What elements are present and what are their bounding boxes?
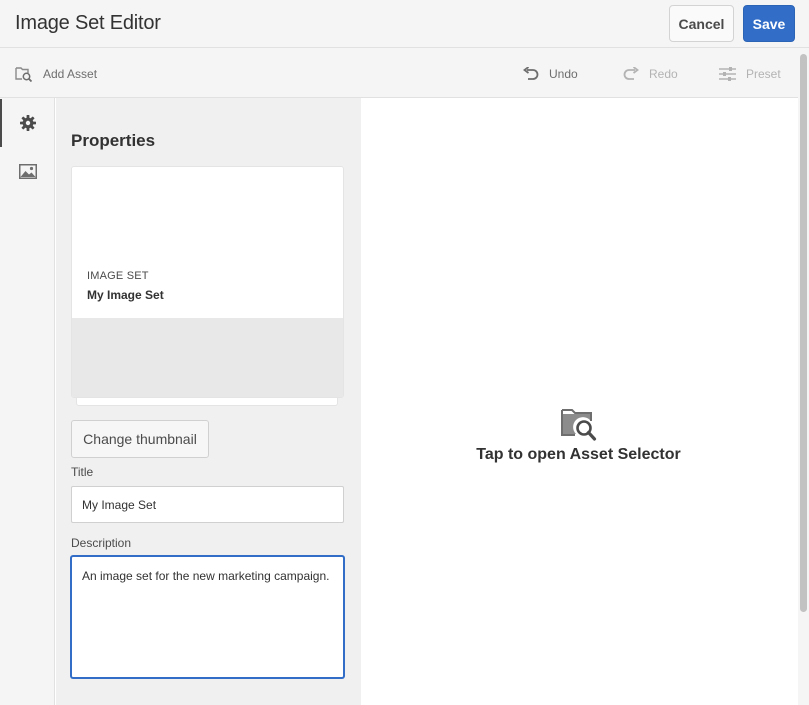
rail-assets-tab[interactable] [0,147,55,195]
properties-panel: Properties IMAGE SET My Image Set Change… [56,98,361,705]
side-rail [0,98,55,705]
scrollbar-track[interactable] [798,48,809,705]
undo-label: Undo [549,67,578,81]
card-type-label: IMAGE SET [87,270,149,282]
folder-search-icon [15,67,33,82]
image-icon [18,163,37,179]
rail-properties-tab[interactable] [0,99,55,147]
app-header: Image Set Editor Cancel Save [0,0,809,48]
undo-button[interactable]: Undo [523,65,578,83]
card-thumbnail [72,318,343,397]
gear-icon [19,115,36,131]
add-asset-label: Add Asset [43,67,98,81]
folder-search-icon[interactable] [561,408,597,442]
asset-canvas[interactable]: Tap to open Asset Selector [361,98,798,705]
title-label: Title [71,465,94,479]
preset-button[interactable]: Preset [719,65,781,83]
asset-selector-prompt[interactable]: Tap to open Asset Selector [361,446,796,464]
description-label: Description [71,536,132,550]
preset-label: Preset [746,67,781,81]
redo-label: Redo [649,67,678,81]
redo-icon [623,67,639,80]
change-thumbnail-button[interactable]: Change thumbnail [71,420,209,458]
image-set-card: IMAGE SET My Image Set [71,166,344,398]
editor-toolbar: Add Asset Undo Redo Preset [0,48,809,98]
add-asset-button[interactable]: Add Asset [15,65,97,83]
scrollbar-thumb[interactable] [800,54,807,612]
redo-button[interactable]: Redo [623,65,678,83]
description-field[interactable]: An image set for the new marketing campa… [71,556,344,678]
card-title: My Image Set [87,288,164,302]
undo-icon [523,67,539,80]
save-button[interactable]: Save [743,5,795,42]
properties-heading: Properties [71,131,156,150]
title-field[interactable] [71,486,344,523]
card-stack-edge [76,398,338,406]
sliders-icon [719,67,736,81]
cancel-button[interactable]: Cancel [669,5,734,42]
page-title: Image Set Editor [15,12,161,34]
